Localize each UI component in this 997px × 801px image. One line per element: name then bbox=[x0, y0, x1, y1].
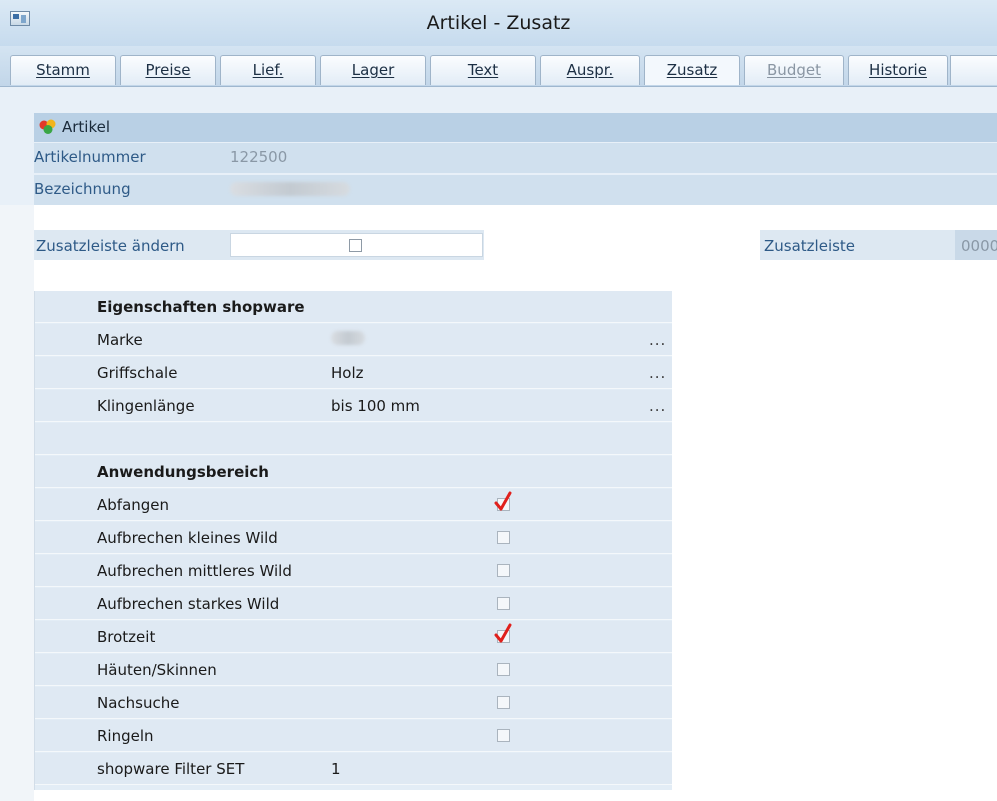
artikelnummer-label: Artikelnummer bbox=[34, 148, 146, 166]
tab-strip-filler bbox=[950, 55, 997, 85]
marke-value-redacted bbox=[331, 329, 365, 349]
tab-historie[interactable]: Historie bbox=[848, 55, 948, 85]
property-value: bis 100 mm bbox=[331, 397, 420, 415]
artikelnummer-value: 122500 bbox=[230, 148, 288, 166]
griffschale-ellipsis-button[interactable]: ... bbox=[649, 364, 666, 382]
usage-row-ringeln[interactable]: Ringeln bbox=[35, 720, 672, 752]
left-margin bbox=[0, 205, 34, 801]
usage-checkbox[interactable] bbox=[497, 531, 510, 544]
usage-label: Aufbrechen mittleres Wild bbox=[97, 562, 292, 580]
property-label: Klingenlänge bbox=[97, 397, 195, 415]
usage-row-aufbrechen-kleines-wild[interactable]: Aufbrechen kleines Wild bbox=[35, 522, 672, 554]
tab-preise[interactable]: Preise bbox=[120, 55, 216, 85]
tab-budget[interactable]: Budget bbox=[744, 55, 844, 85]
group-title: Anwendungsbereich bbox=[97, 463, 269, 481]
zusatz-aendern-field[interactable] bbox=[230, 233, 483, 257]
usage-label: Brotzeit bbox=[97, 628, 156, 646]
artikelnummer-row: Artikelnummer 122500 bbox=[34, 143, 997, 173]
empty-row bbox=[35, 423, 672, 455]
bezeichnung-row: Bezeichnung bbox=[34, 175, 997, 205]
marke-ellipsis-button[interactable]: ... bbox=[649, 331, 666, 349]
usage-checkbox[interactable] bbox=[497, 663, 510, 676]
property-value: 1 bbox=[331, 760, 341, 778]
checkmark-icon bbox=[494, 491, 512, 511]
property-label: Griffschale bbox=[97, 364, 178, 382]
property-row-griffschale[interactable]: Griffschale Holz ... bbox=[35, 357, 672, 389]
usage-row-nachsuche[interactable]: Nachsuche bbox=[35, 687, 672, 719]
klingenlaenge-ellipsis-button[interactable]: ... bbox=[649, 397, 666, 415]
property-row-filter-set[interactable]: shopware Filter SET 1 bbox=[35, 753, 672, 785]
property-label: Marke bbox=[97, 331, 143, 349]
artikel-header-label: Artikel bbox=[62, 118, 111, 136]
property-value: Holz bbox=[331, 364, 364, 382]
property-row-marke[interactable]: Marke ... bbox=[35, 324, 672, 356]
usage-label: Ringeln bbox=[97, 727, 154, 745]
usage-label: Abfangen bbox=[97, 496, 170, 514]
bezeichnung-label: Bezeichnung bbox=[34, 180, 131, 198]
usage-label: Aufbrechen starkes Wild bbox=[97, 595, 280, 613]
bezeichnung-value-redacted bbox=[230, 180, 350, 200]
tab-zusatz[interactable]: Zusatz bbox=[644, 55, 740, 85]
usage-checkbox[interactable] bbox=[497, 729, 510, 742]
zusatzleiste-value: 0000 bbox=[961, 237, 997, 255]
main-panel: Artikel Artikelnummer 122500 Bezeichnung… bbox=[0, 87, 997, 801]
title-bar: Artikel - Zusatz bbox=[0, 0, 997, 46]
usage-row-brotzeit[interactable]: Brotzeit bbox=[35, 621, 672, 653]
usage-checkbox[interactable] bbox=[497, 597, 510, 610]
usage-row-aufbrechen-mittleres-wild[interactable]: Aufbrechen mittleres Wild bbox=[35, 555, 672, 587]
usage-checkbox[interactable] bbox=[497, 696, 510, 709]
artikel-icon bbox=[39, 119, 56, 134]
artikel-section-header: Artikel bbox=[34, 113, 997, 142]
group-header-eigenschaften: Eigenschaften shopware bbox=[35, 291, 672, 323]
tab-strip: Stamm Preise Lief. Lager Text Auspr. Zus… bbox=[0, 46, 997, 87]
window-title: Artikel - Zusatz bbox=[426, 12, 571, 34]
usage-label: Nachsuche bbox=[97, 694, 180, 712]
tab-lager[interactable]: Lager bbox=[320, 55, 426, 85]
usage-checkbox[interactable] bbox=[497, 564, 510, 577]
usage-row-abfangen[interactable]: Abfangen bbox=[35, 489, 672, 521]
properties-grid: Eigenschaften shopware Marke ... Griffsc… bbox=[34, 291, 672, 790]
group-title: Eigenschaften shopware bbox=[97, 298, 305, 316]
zusatzleiste-label: Zusatzleiste bbox=[764, 237, 856, 255]
usage-row-aufbrechen-starkes-wild[interactable]: Aufbrechen starkes Wild bbox=[35, 588, 672, 620]
tab-lief[interactable]: Lief. bbox=[220, 55, 316, 85]
tab-stamm[interactable]: Stamm bbox=[10, 55, 116, 85]
property-label: shopware Filter SET bbox=[97, 760, 245, 778]
usage-label: Häuten/Skinnen bbox=[97, 661, 217, 679]
usage-label: Aufbrechen kleines Wild bbox=[97, 529, 278, 547]
usage-row-haeuten-skinnen[interactable]: Häuten/Skinnen bbox=[35, 654, 672, 686]
zusatz-aendern-checkbox[interactable] bbox=[349, 239, 362, 252]
property-row-klingenlaenge[interactable]: Klingenlänge bis 100 mm ... bbox=[35, 390, 672, 422]
checkmark-icon bbox=[494, 623, 512, 643]
tab-text[interactable]: Text bbox=[430, 55, 536, 85]
group-header-anwendungsbereich: Anwendungsbereich bbox=[35, 456, 672, 488]
zusatz-aendern-label: Zusatzleiste ändern bbox=[36, 237, 185, 255]
tab-auspr[interactable]: Auspr. bbox=[540, 55, 640, 85]
